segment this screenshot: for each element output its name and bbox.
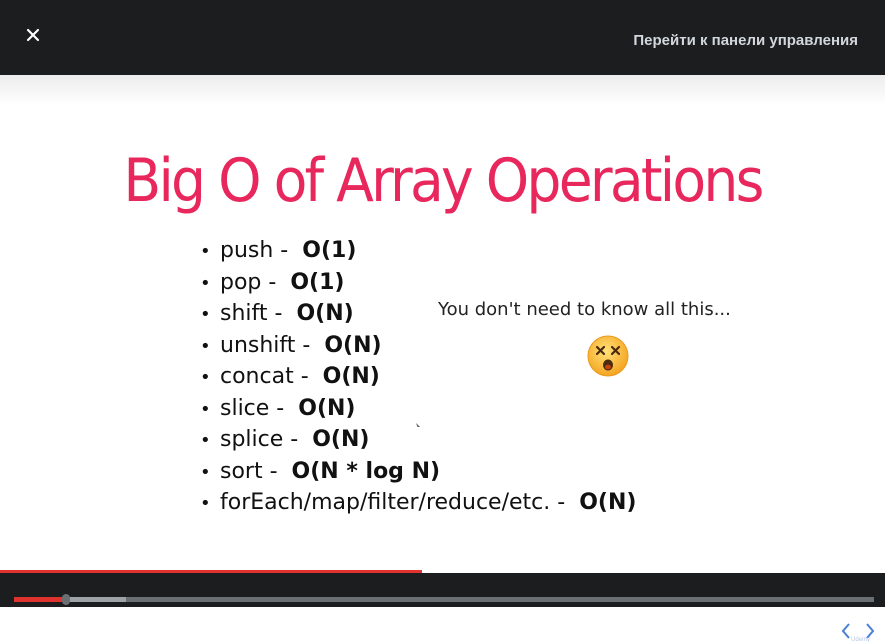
operation-complexity: O(1) — [302, 238, 357, 263]
operation-name: push - — [220, 238, 289, 263]
close-icon — [26, 28, 40, 42]
operation-complexity: O(N) — [298, 395, 356, 421]
operation-name: shift - — [220, 301, 283, 326]
slide-note: You don't need to know all this... — [438, 299, 731, 320]
played-progress — [14, 597, 66, 602]
operation-item: • forEach/map/filter/reduce/etc. - O(N) — [200, 487, 636, 519]
operation-item: • push - O(1) — [200, 235, 636, 267]
bullet-icon: • — [200, 430, 211, 451]
operation-name: concat - — [220, 364, 309, 389]
operation-item: • slice - O(N) — [200, 393, 636, 425]
progress-scrubber-handle[interactable] — [61, 594, 70, 605]
operation-item: • unshift - O(N) — [200, 330, 636, 362]
svg-text:Udemy: Udemy — [851, 637, 870, 642]
go-to-dashboard-link[interactable]: Перейти к панели управления — [633, 32, 858, 49]
operation-complexity: O(N) — [579, 490, 637, 515]
operation-complexity: O(N) — [312, 427, 370, 452]
operation-item: • concat - O(N) — [200, 361, 636, 393]
mouse-cursor-icon — [416, 423, 420, 427]
operation-item: • pop - O(1) — [200, 267, 636, 299]
bullet-icon: • — [200, 241, 211, 262]
operation-complexity: O(N) — [324, 332, 382, 358]
video-progress-track[interactable] — [14, 594, 874, 605]
bullet-icon: • — [200, 461, 211, 483]
slide-title: Big O of Array Operations — [123, 146, 764, 216]
operation-complexity: O(N * log N) — [291, 458, 441, 484]
bullet-icon: • — [200, 272, 211, 294]
operation-complexity: O(1) — [290, 269, 345, 295]
bullet-icon: • — [200, 367, 211, 388]
bullet-icon: • — [200, 493, 211, 514]
player-controls — [0, 573, 885, 607]
dizzy-face-emoji-icon — [587, 335, 629, 377]
operation-name: forEach/map/filter/reduce/etc. - — [220, 490, 566, 515]
close-button[interactable] — [22, 24, 44, 46]
operation-name: unshift - — [220, 332, 311, 358]
operation-name: splice - — [220, 427, 299, 452]
operation-name: slice - — [220, 395, 285, 421]
operations-list: • push - O(1) • pop - O(1) • shift - O(N) • unshif… — [200, 235, 636, 519]
slide-navigation-arrows-icon[interactable]: Udemy — [839, 620, 879, 642]
operation-complexity: O(N) — [322, 364, 380, 389]
operation-name: sort - — [220, 458, 278, 484]
operation-name: pop - — [220, 269, 277, 295]
lecture-slide: Big O of Array Operations • push - O(1) • po… — [0, 75, 885, 642]
bullet-icon: • — [200, 304, 211, 325]
operation-complexity: O(N) — [296, 301, 354, 326]
player-header: Перейти к панели управления — [0, 0, 885, 75]
operation-item: • sort - O(N * log N) — [200, 456, 636, 488]
bullet-icon: • — [200, 335, 211, 357]
bullet-icon: • — [200, 398, 211, 420]
